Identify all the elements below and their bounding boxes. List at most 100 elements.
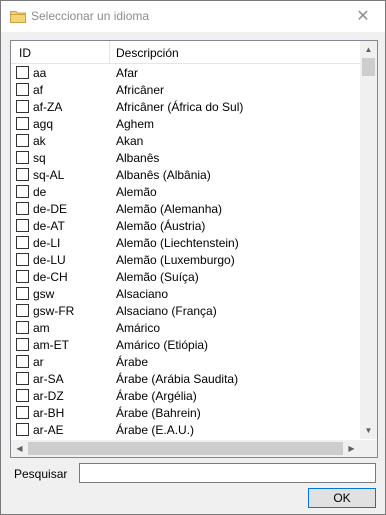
language-id: de-DE xyxy=(33,202,68,216)
scroll-right-arrow-icon[interactable]: ▶ xyxy=(343,440,360,457)
search-label: Pesquisar xyxy=(14,467,68,481)
list-item[interactable]: de-DE Alemão (Alemanha) xyxy=(11,200,360,217)
row-checkbox[interactable] xyxy=(16,185,29,198)
language-description: Akan xyxy=(116,134,144,148)
row-checkbox[interactable] xyxy=(16,406,29,419)
list-item[interactable]: de Alemão xyxy=(11,183,360,200)
scrollbar-corner xyxy=(360,440,377,457)
column-divider[interactable] xyxy=(109,41,110,63)
language-description: Alemão (Áustria) xyxy=(116,219,206,233)
list-item[interactable]: ar-DZ Árabe (Argélia) xyxy=(11,387,360,404)
scroll-left-arrow-icon[interactable]: ◀ xyxy=(11,440,28,457)
scroll-up-arrow-icon[interactable]: ▲ xyxy=(360,41,377,58)
language-description: Árabe (Bahrein) xyxy=(116,406,201,420)
close-icon: ✕ xyxy=(356,8,370,25)
row-checkbox[interactable] xyxy=(16,423,29,436)
language-description: Albanês xyxy=(116,151,160,165)
language-list[interactable]: ID Descripción aa Afar af Africâner af-ZA Afr… xyxy=(10,40,378,458)
list-item[interactable]: af-ZA Africâner (África do Sul) xyxy=(11,98,360,115)
language-description: Africâner (África do Sul) xyxy=(116,100,244,114)
language-description: Alemão (Suíça) xyxy=(116,270,199,284)
language-id: de-LU xyxy=(33,253,66,267)
row-checkbox[interactable] xyxy=(16,389,29,402)
list-item[interactable]: ak Akan xyxy=(11,132,360,149)
list-item[interactable]: am-ET Amárico (Etiópia) xyxy=(11,336,360,353)
column-header-description[interactable]: Descripción xyxy=(116,46,179,60)
language-description: Aghem xyxy=(116,117,155,131)
list-item[interactable]: sq Albanês xyxy=(11,149,360,166)
row-checkbox[interactable] xyxy=(16,66,29,79)
list-item[interactable]: sq-AL Albanês (Albânia) xyxy=(11,166,360,183)
language-description: Árabe (Arábia Saudita) xyxy=(116,372,239,386)
list-item[interactable]: ar Árabe xyxy=(11,353,360,370)
language-description: Árabe (E.A.U.) xyxy=(116,423,195,437)
language-id: am-ET xyxy=(33,338,69,352)
title-bar[interactable]: Seleccionar un idioma ✕ xyxy=(1,1,385,32)
vertical-scroll-thumb[interactable] xyxy=(362,58,375,76)
list-item[interactable]: de-LU Alemão (Luxemburgo) xyxy=(11,251,360,268)
language-description: Alsaciano (França) xyxy=(116,304,217,318)
list-item[interactable]: af Africâner xyxy=(11,81,360,98)
row-checkbox[interactable] xyxy=(16,304,29,317)
language-description: Alemão (Luxemburgo) xyxy=(116,253,235,267)
row-checkbox[interactable] xyxy=(16,338,29,351)
language-description: Amárico xyxy=(116,321,161,335)
language-description: Alsaciano xyxy=(116,287,169,301)
row-checkbox[interactable] xyxy=(16,219,29,232)
row-checkbox[interactable] xyxy=(16,202,29,215)
row-checkbox[interactable] xyxy=(16,287,29,300)
language-id: ar-SA xyxy=(33,372,64,386)
language-id: ar-DZ xyxy=(33,389,64,403)
language-id: ar-BH xyxy=(33,406,65,420)
language-id: am xyxy=(33,321,50,335)
list-header: ID Descripción xyxy=(11,41,360,64)
row-checkbox[interactable] xyxy=(16,100,29,113)
language-id: gsw xyxy=(33,287,55,301)
list-item[interactable]: ar-AE Árabe (E.A.U.) xyxy=(11,421,360,438)
close-button[interactable]: ✕ xyxy=(341,1,385,31)
language-description: Afar xyxy=(116,66,139,80)
horizontal-scrollbar[interactable]: ◀ ▶ xyxy=(11,440,360,457)
language-id: agq xyxy=(33,117,54,131)
row-checkbox[interactable] xyxy=(16,151,29,164)
list-item[interactable]: ar-SA Árabe (Arábia Saudita) xyxy=(11,370,360,387)
vertical-scrollbar[interactable]: ▲ ▼ xyxy=(360,41,377,439)
column-header-id[interactable]: ID xyxy=(19,46,31,60)
row-checkbox[interactable] xyxy=(16,83,29,96)
list-item[interactable]: gsw-FR Alsaciano (França) xyxy=(11,302,360,319)
list-item[interactable]: de-AT Alemão (Áustria) xyxy=(11,217,360,234)
row-checkbox[interactable] xyxy=(16,236,29,249)
language-description: Alemão (Alemanha) xyxy=(116,202,223,216)
scroll-down-arrow-icon[interactable]: ▼ xyxy=(360,422,377,439)
row-checkbox[interactable] xyxy=(16,372,29,385)
ok-button[interactable]: OK xyxy=(308,488,376,508)
language-id: ar xyxy=(33,355,44,369)
list-item[interactable]: aa Afar xyxy=(11,64,360,81)
list-item[interactable]: de-LI Alemão (Liechtenstein) xyxy=(11,234,360,251)
row-checkbox[interactable] xyxy=(16,355,29,368)
language-description: Árabe (Argélia) xyxy=(116,389,197,403)
language-id: de-LI xyxy=(33,236,61,250)
row-checkbox[interactable] xyxy=(16,117,29,130)
language-id: af-ZA xyxy=(33,100,63,114)
list-item[interactable]: ar-BH Árabe (Bahrein) xyxy=(11,404,360,421)
row-checkbox[interactable] xyxy=(16,168,29,181)
folder-icon xyxy=(10,11,26,23)
row-checkbox[interactable] xyxy=(16,270,29,283)
row-checkbox[interactable] xyxy=(16,321,29,334)
list-item[interactable]: gsw Alsaciano xyxy=(11,285,360,302)
horizontal-scroll-thumb[interactable] xyxy=(28,442,343,455)
language-id: de-AT xyxy=(33,219,65,233)
list-item[interactable]: agq Aghem xyxy=(11,115,360,132)
search-input[interactable] xyxy=(79,463,376,483)
dialog-window: Seleccionar un idioma ✕ ID Descripción a… xyxy=(0,0,386,515)
list-rows: aa Afar af Africâner af-ZA Africâner (África … xyxy=(11,64,360,438)
list-item[interactable]: de-CH Alemão (Suíça) xyxy=(11,268,360,285)
language-description: Africâner xyxy=(116,83,165,97)
row-checkbox[interactable] xyxy=(16,253,29,266)
language-description: Amárico (Etiópia) xyxy=(116,338,209,352)
language-id: af xyxy=(33,83,44,97)
list-item[interactable]: am Amárico xyxy=(11,319,360,336)
language-id: de-CH xyxy=(33,270,68,284)
row-checkbox[interactable] xyxy=(16,134,29,147)
